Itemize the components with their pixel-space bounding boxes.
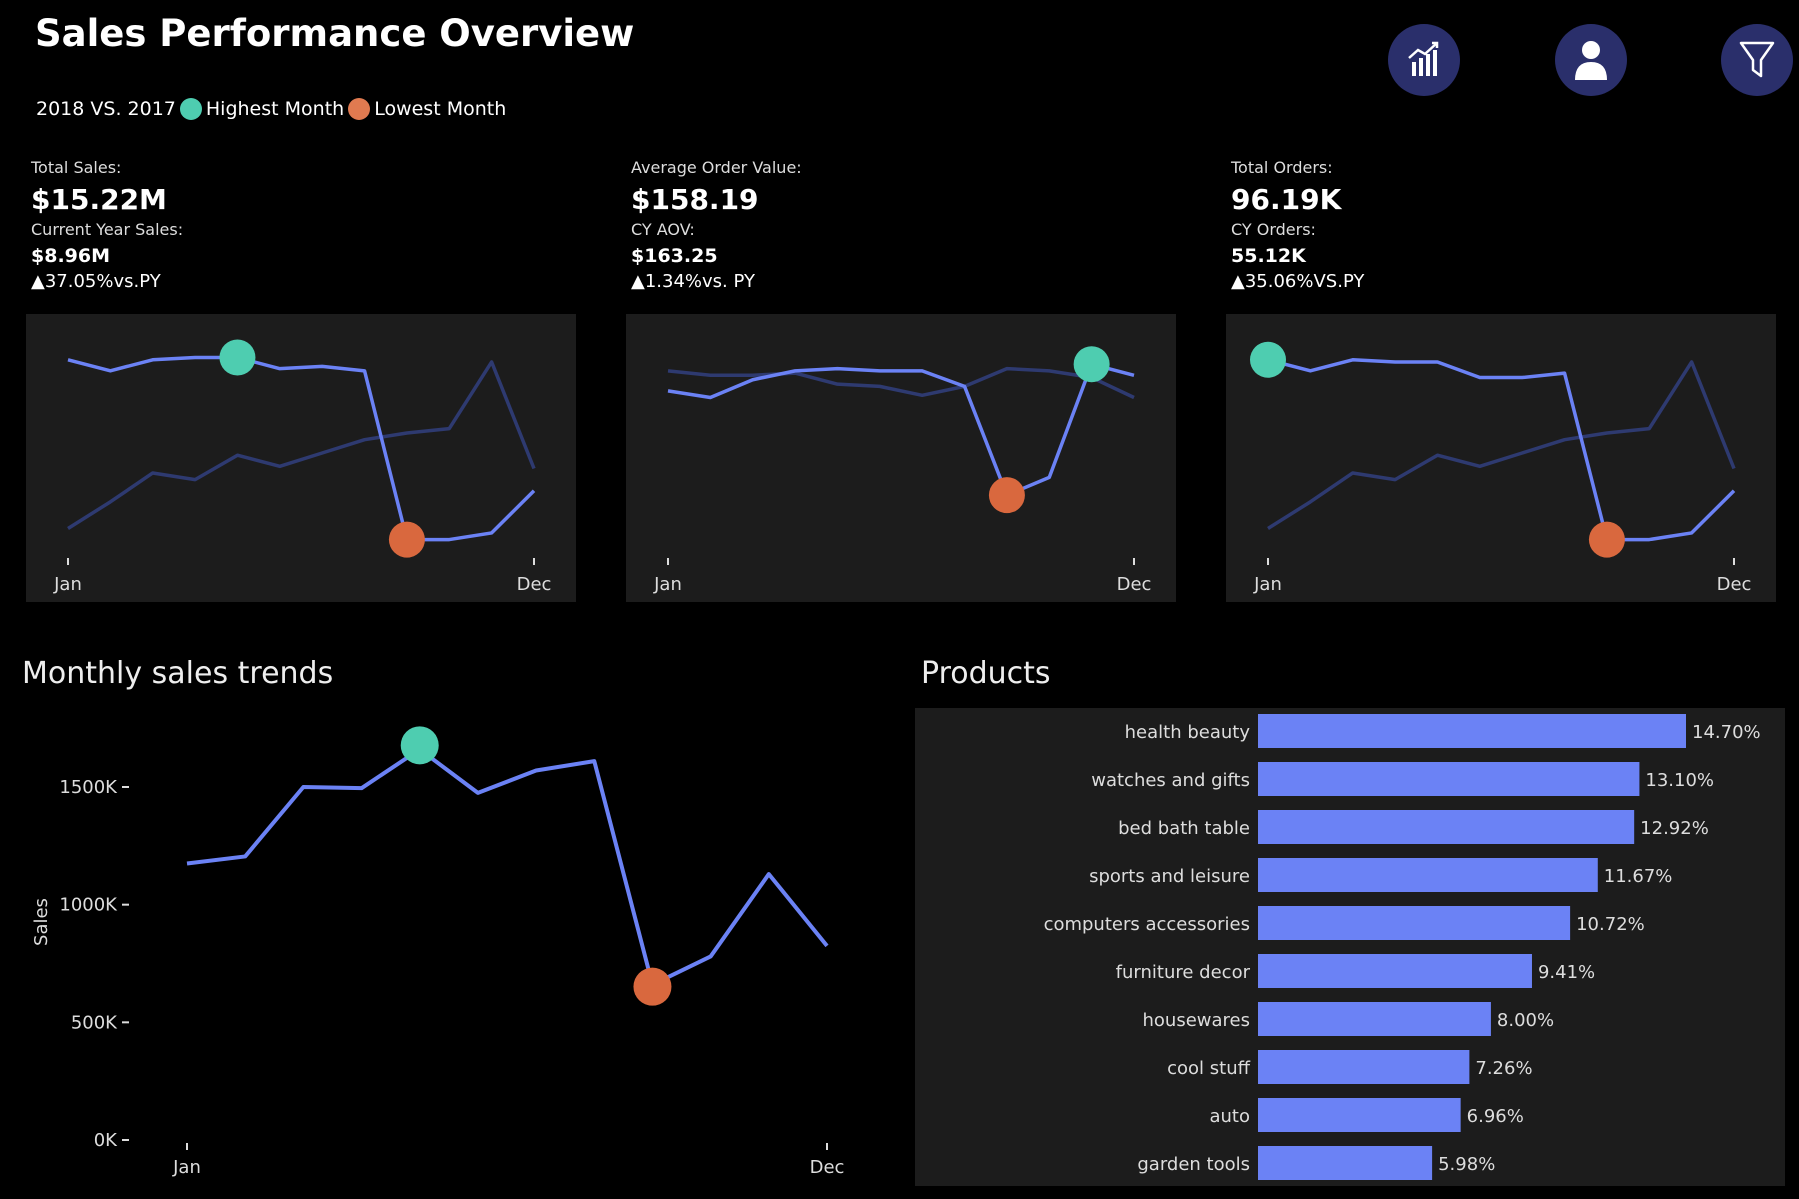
axis-strip	[26, 560, 576, 602]
y-axis-label: Sales	[31, 898, 52, 946]
kpi-delta: ▲35.06%VS.PY	[1231, 271, 1365, 292]
x-tick-label: Dec	[810, 1157, 845, 1178]
x-tick-label: Jan	[172, 1157, 201, 1178]
kpi-cy-label: Current Year Sales:	[31, 220, 184, 239]
bar-value-label: 9.41%	[1538, 962, 1595, 983]
lowest-month-marker	[633, 967, 672, 1006]
x-tick-label: Dec	[1717, 574, 1752, 595]
kpi-cy-value: $8.96M	[31, 245, 111, 267]
current-year-line	[67, 355, 536, 542]
bar	[1258, 1098, 1461, 1132]
x-tick-label: Jan	[653, 574, 682, 595]
bar-value-label: 8.00%	[1497, 1010, 1554, 1031]
sparkline-total-orders: Jan Dec	[1226, 314, 1776, 602]
kpi-total-sales: Total Sales: $15.22M Current Year Sales:…	[31, 158, 571, 292]
x-tick-label: Dec	[517, 574, 552, 595]
bar-category-label: housewares	[1143, 1010, 1251, 1031]
bar	[1258, 1002, 1491, 1036]
kpi-delta: ▲37.05%vs.PY	[31, 271, 161, 292]
legend-lowest-dot	[348, 98, 371, 120]
lowest-month-marker	[988, 477, 1025, 514]
axis-strip	[626, 560, 1176, 602]
kpi-cy-value: 55.12K	[1231, 245, 1306, 267]
legend-highest-dot	[179, 98, 202, 120]
chart-icon-button[interactable]	[1388, 24, 1460, 96]
highest-month-marker	[1250, 341, 1286, 378]
previous-year-line	[667, 366, 1135, 400]
sparkline-aov: Jan Dec	[626, 314, 1176, 602]
kpi-label: Total Orders:	[1231, 158, 1333, 177]
kpi-value: 96.19K	[1231, 183, 1342, 216]
x-tick-label: Dec	[1117, 574, 1152, 595]
lowest-month-marker	[1588, 521, 1625, 558]
kpi-label: Total Sales:	[31, 158, 122, 177]
lowest-month-marker	[388, 521, 425, 558]
bar-category-label: sports and leisure	[1089, 866, 1250, 887]
previous-year-line	[67, 360, 536, 530]
kpi-delta: ▲1.34%vs. PY	[631, 271, 755, 292]
bar	[1258, 858, 1598, 892]
filter-icon	[1739, 41, 1775, 78]
x-tick-label: Jan	[53, 574, 82, 595]
kpi-value: $158.19	[631, 183, 759, 216]
filter-icon-button[interactable]	[1721, 24, 1793, 96]
legend-lowest-label: Lowest Month	[374, 98, 507, 120]
y-tick-label: 0K	[94, 1130, 118, 1151]
bar-value-label: 12.92%	[1640, 818, 1709, 839]
monthly-sales-trend-chart: 0K 500K 1000K 1500K Sales Jan Dec	[31, 726, 845, 1178]
kpi-cy-label: CY Orders:	[1231, 220, 1316, 239]
kpi-average-order-value: Average Order Value: $158.19 CY AOV: $16…	[631, 158, 1171, 292]
sparkline-total-sales: Jan Dec	[26, 314, 576, 602]
bar	[1258, 954, 1532, 988]
page-title: Sales Performance Overview	[35, 12, 635, 55]
sales-line	[186, 747, 829, 987]
user-icon-button[interactable]	[1555, 24, 1627, 96]
bar-value-label: 14.70%	[1692, 722, 1761, 743]
bar-category-label: garden tools	[1137, 1154, 1250, 1175]
bar-value-label: 10.72%	[1576, 914, 1645, 935]
kpi-value: $15.22M	[31, 183, 167, 216]
bar-category-label: cool stuff	[1167, 1058, 1250, 1079]
legend: 2018 VS. 2017 Highest Month Lowest Month	[36, 98, 506, 120]
bar-category-label: computers accessories	[1044, 914, 1250, 935]
bar	[1258, 714, 1686, 748]
trend-section-title: Monthly sales trends	[22, 656, 334, 691]
bar	[1258, 1050, 1470, 1084]
bar-value-label: 13.10%	[1645, 770, 1714, 791]
legend-period: 2018 VS. 2017	[36, 98, 176, 120]
bar-category-label: furniture decor	[1116, 962, 1251, 983]
highest-month-marker	[400, 726, 439, 765]
kpi-label: Average Order Value:	[631, 158, 802, 177]
previous-year-line	[1267, 360, 1736, 530]
products-bar-chart: health beauty 14.70% watches and gifts 13.1…	[915, 708, 1785, 1186]
bar-value-label: 11.67%	[1604, 866, 1673, 887]
y-tick-label: 500K	[71, 1012, 118, 1033]
axis-strip	[1226, 560, 1776, 602]
bar	[1258, 810, 1635, 844]
highest-month-marker	[1073, 346, 1110, 383]
products-section-title: Products	[921, 656, 1051, 691]
y-tick-label: 1000K	[59, 895, 118, 916]
highest-month-marker	[219, 339, 256, 376]
bar	[1258, 906, 1571, 940]
bar-value-label: 7.26%	[1475, 1058, 1532, 1079]
user-icon	[1575, 41, 1607, 80]
bar-category-label: auto	[1209, 1106, 1250, 1127]
bar	[1258, 762, 1640, 796]
legend-highest-label: Highest Month	[205, 98, 345, 120]
x-tick-label: Jan	[1253, 574, 1282, 595]
y-tick-label: 1500K	[59, 777, 118, 798]
chart-icon	[1408, 41, 1439, 76]
bar-value-label: 5.98%	[1438, 1154, 1495, 1175]
current-year-line	[1267, 358, 1736, 542]
bar-category-label: health beauty	[1125, 722, 1251, 743]
bar-category-label: watches and gifts	[1091, 770, 1250, 791]
bar-value-label: 6.96%	[1467, 1106, 1524, 1127]
bar	[1258, 1146, 1433, 1180]
bar-category-label: bed bath table	[1118, 818, 1250, 839]
kpi-cy-label: CY AOV:	[631, 220, 695, 239]
kpi-total-orders: Total Orders: 96.19K CY Orders: 55.12K ▲…	[1231, 158, 1771, 292]
kpi-cy-value: $163.25	[631, 245, 718, 267]
current-year-line	[667, 362, 1135, 497]
